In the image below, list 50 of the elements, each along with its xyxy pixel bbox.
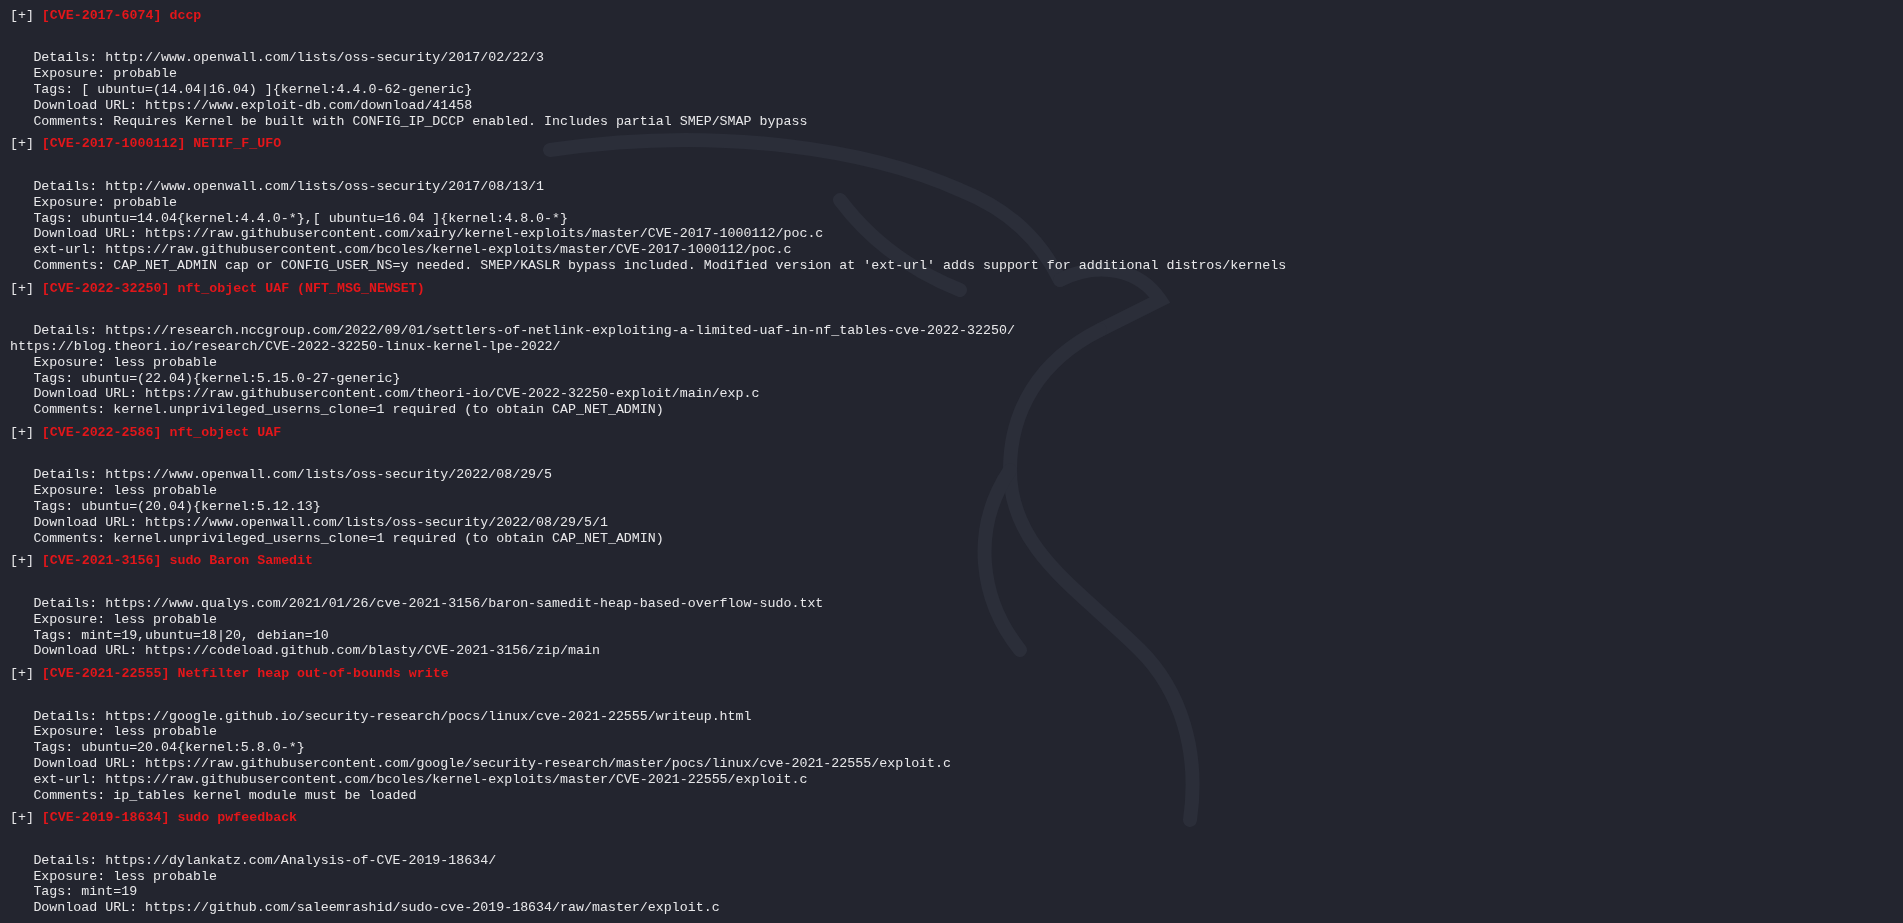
result-marker: [+] [10,280,34,297]
output-line: Exposure: less probable [32,611,217,628]
output-line: Details: https://dylankatz.com/Analysis-of-CVE-2019-18634/ [32,852,497,869]
output-line: Download URL: https://raw.githubusercontent.com/xairy/kernel-exploits/master/CVE-2017-1000112/poc.c [32,226,824,243]
output-line: Comments: Requires Kernel be built with CONFIG_IP_DCCP enabled. Includes partial SMEP/SMAP bypass [32,113,808,130]
result-marker: [+] [10,666,34,682]
output-line: ext-url: https://raw.githubusercontent.com/bcoles/kernel-exploits/master/CVE-2017-1000112/poc.c [32,242,792,258]
result-marker: [+] [10,425,34,441]
output-line: Exposure: less probable [32,724,217,741]
output-line: Details: http://www.openwall.com/lists/oss-security/2017/08/13/1 [32,178,545,195]
exploit-title: [CVE-2022-2586] nft_object UAF [41,425,282,441]
output-line: Download URL: https://www.exploit-db.com/download/41458 [32,97,473,114]
output-line: Tags: ubuntu=20.04{kernel:5.8.0-*} [32,740,305,756]
output-line: Exposure: less probable [32,483,217,500]
output-line: Tags: ubuntu=(20.04){kernel:5.12.13} [32,499,321,515]
exploit-title: [CVE-2019-18634] sudo pwfeedback [41,810,298,827]
output-line: Exposure: probable [32,66,178,83]
exploit-title: [CVE-2017-6074] dccp [41,8,202,24]
output-line: Tags: mint=19 [32,884,138,901]
output-line: Tags: ubuntu=(22.04){kernel:5.15.0-27-generic} [32,370,401,387]
output-line: Details: http://www.openwall.com/lists/oss-security/2017/02/22/3 [32,50,545,67]
output-line: Tags: ubuntu=14.04{kernel:4.4.0-*},[ ubuntu=16.04 ]{kernel:4.8.0-*} [32,210,568,227]
output-line: Download URL: https://codeload.github.com/blasty/CVE-2021-3156/zip/main [32,643,600,660]
exploit-title: [CVE-2021-22555] Netfilter heap out-of-bounds write [41,666,449,682]
output-line: ext-url: https://raw.githubusercontent.com/bcoles/kernel-exploits/master/CVE-2021-22555/exploit.c [32,771,808,788]
output-line: Details: https://research.nccgroup.com/2022/09/01/settlers-of-netlink-exploiting-a-limited-uaf-in-nf_tables-cve-2022-32250/ [32,323,1015,339]
output-line: https://blog.theori.io/research/CVE-2022-32250-linux-kernel-lpe-2022/ [10,339,561,355]
output-line: Download URL: https://github.com/saleemrashid/sudo-cve-2019-18634/raw/master/exploit.c [32,900,720,917]
output-line: Download URL: https://raw.githubusercontent.com/google/security-research/master/pocs/linux/cve-2021-22555/exploit.c [32,756,952,772]
result-marker: [+] [10,8,34,24]
exploit-title: [CVE-2022-32250] nft_object UAF (NFT_MSG_NEWSET) [41,280,425,297]
output-line: Comments: kernel.unprivileged_userns_clone=1 required (to obtain CAP_NET_ADMIN) [32,530,664,547]
output-line: Exposure: probable [32,194,178,211]
exploit-title: [CVE-2017-1000112] NETIF_F_UFO [41,136,282,153]
output-line: Details: https://www.openwall.com/lists/oss-security/2022/08/29/5 [32,467,553,484]
output-line: Download URL: https://www.openwall.com/lists/oss-security/2022/08/29/5/1 [32,514,608,531]
output-line: Details: https://google.github.io/security-research/pocs/linux/cve-2021-22555/writeup.html [32,708,752,725]
output-line: Download URL: https://raw.githubusercontent.com/theori-io/CVE-2022-32250-exploit/main/exp.c [32,386,760,403]
output-line: Comments: ip_tables kernel module must be loaded [32,787,417,804]
output-line: Comments: kernel.unprivileged_userns_clone=1 required (to obtain CAP_NET_ADMIN) [32,402,664,418]
exploit-title: [CVE-2021-3156] sudo Baron Samedit [41,553,314,570]
output-line: Tags: mint=19,ubuntu=18|20, debian=10 [32,627,329,644]
result-marker: [+] [10,136,34,153]
output-line: Exposure: less probable [32,868,217,885]
output-line: Details: https://www.qualys.com/2021/01/26/cve-2021-3156/baron-samedit-heap-based-overflow-sudo.txt [32,595,824,612]
output-line: Tags: [ ubuntu=(14.04|16.04) ]{kernel:4.4.0-62-generic} [32,82,473,98]
result-marker: [+] [10,810,34,827]
output-line: Comments: CAP_NET_ADMIN cap or CONFIG_USER_NS=y needed. SMEP/KASLR bypass included. Modified version at 'ext-url' adds support for additional distros/kernels [32,257,1287,274]
result-marker: [+] [10,553,34,570]
output-line: Exposure: less probable [32,354,217,371]
